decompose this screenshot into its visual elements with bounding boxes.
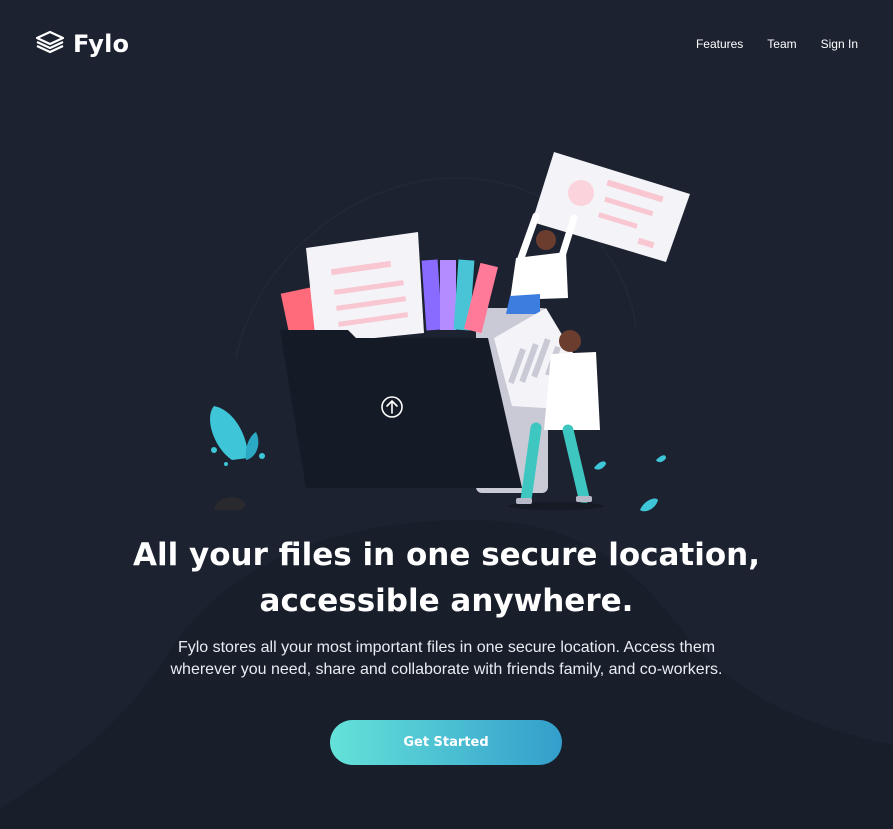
hero-title: All your files in one secure location, a…: [0, 532, 893, 624]
brand-logo[interactable]: Fylo: [35, 30, 129, 58]
main-nav: Features Team Sign In: [696, 37, 858, 51]
site-header: Fylo Features Team Sign In: [0, 0, 893, 90]
nav-features-link[interactable]: Features: [696, 37, 743, 51]
rock-decoration: [214, 497, 245, 510]
plant-decoration: [210, 406, 265, 466]
document-sheet: [306, 232, 424, 344]
leaf-decoration: [594, 455, 666, 512]
brand-name: Fylo: [73, 30, 130, 58]
layers-icon: [35, 30, 65, 58]
hero-title-line-1: All your files in one secure location,: [132, 537, 761, 573]
get-started-button[interactable]: Get Started: [330, 720, 562, 765]
hero-description: Fylo stores all your most important file…: [170, 639, 723, 678]
hero-title-line-2: accessible anywhere.: [259, 583, 634, 619]
nav-sign-in-link[interactable]: Sign In: [821, 37, 858, 51]
nav-team-link[interactable]: Team: [767, 37, 796, 51]
file-sharing-illustration: [210, 152, 690, 512]
person-holding-card: [506, 152, 690, 314]
